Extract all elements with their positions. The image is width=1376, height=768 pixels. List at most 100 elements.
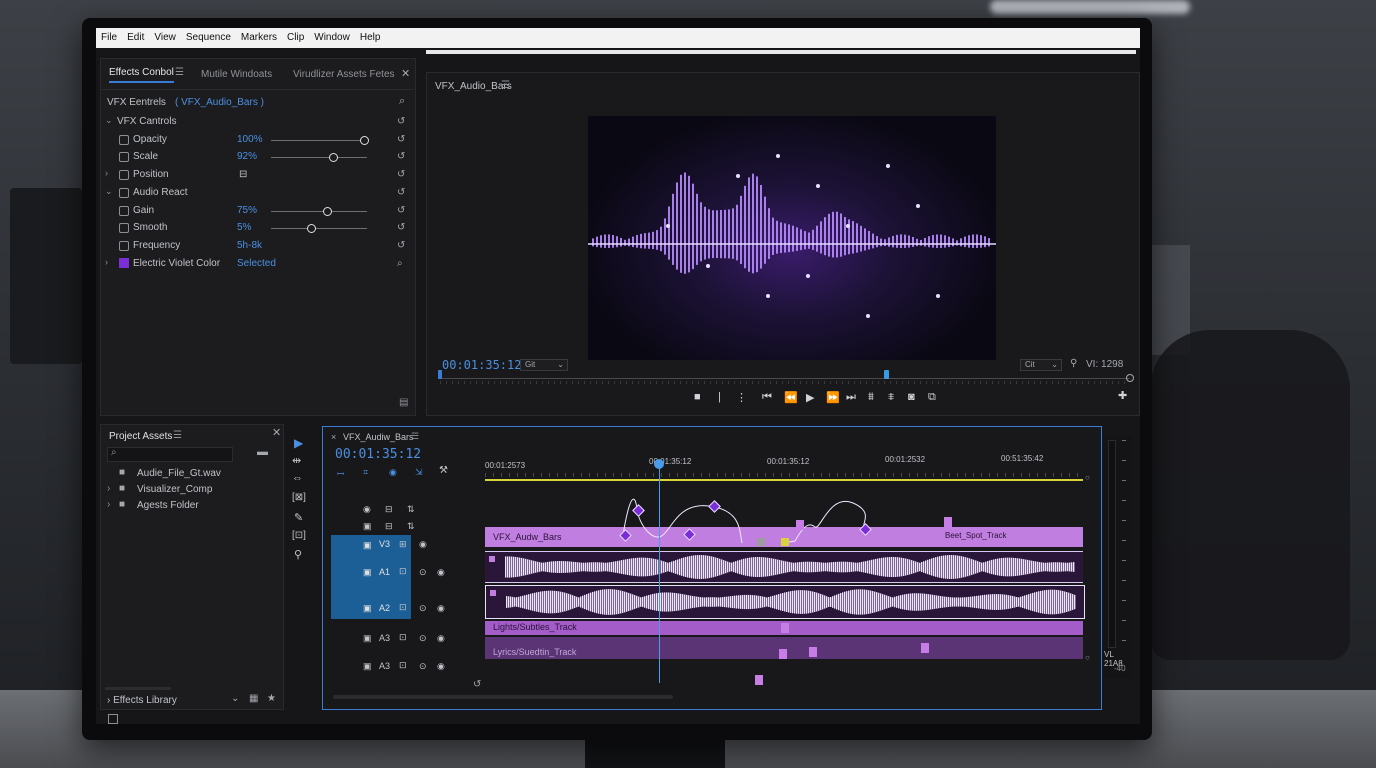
chevron-right-icon[interactable]: ›	[107, 483, 110, 494]
panel-menu-icon[interactable]: ☰	[175, 67, 184, 78]
slider-knob[interactable]	[360, 136, 370, 145]
menu-markers[interactable]: Markers	[236, 28, 282, 43]
reset-icon[interactable]: ↺	[397, 134, 405, 145]
ripple-edit-icon[interactable]: ⇔	[292, 472, 303, 484]
mark-out-icon[interactable]: ⋮	[736, 391, 747, 404]
marker[interactable]	[757, 538, 765, 546]
marker[interactable]	[779, 649, 787, 659]
param-value[interactable]: 5h-8k	[237, 240, 262, 251]
param-value[interactable]: 5%	[237, 222, 251, 233]
track-v3[interactable]: V3	[379, 539, 390, 549]
reset-icon[interactable]: ↺	[397, 116, 405, 127]
param-value[interactable]: 75%	[237, 205, 257, 216]
menu-window[interactable]: Window	[309, 28, 355, 43]
video-preview[interactable]	[588, 116, 996, 360]
zoom-select[interactable]: Git ⌄	[520, 359, 568, 371]
out-point-marker[interactable]	[1126, 374, 1134, 382]
checkbox[interactable]	[119, 223, 129, 233]
search-icon[interactable]: ⌕	[399, 95, 405, 108]
reset-icon[interactable]: ↺	[397, 151, 405, 162]
reset-icon[interactable]: ↺	[397, 169, 405, 180]
param-color[interactable]: › Electric Violet Color Selected ⌕	[101, 256, 413, 273]
camera-icon[interactable]: ◙	[908, 391, 915, 403]
chevron-down-icon[interactable]: ⌄	[105, 186, 113, 197]
close-icon[interactable]: ✕	[272, 426, 281, 439]
reset-icon[interactable]: ↺	[397, 240, 405, 251]
voiceover-icon[interactable]: ◉	[437, 661, 445, 672]
scrollbar[interactable]	[105, 687, 171, 690]
mute-icon[interactable]: ⊡	[399, 566, 407, 577]
sequence-tab[interactable]: VFX_Audiw_Bars	[343, 432, 414, 442]
lock-icon[interactable]: ▣	[363, 603, 372, 614]
step-forward-icon[interactable]: ⏩	[826, 391, 840, 404]
new-bin-icon[interactable]: ▦	[249, 693, 258, 704]
lock-icon[interactable]: ▣	[363, 633, 372, 644]
checkbox[interactable]	[119, 152, 129, 162]
tab-effects-control[interactable]: Effects Conbol	[109, 67, 174, 83]
menu-clip[interactable]: Clip	[282, 28, 309, 43]
close-icon[interactable]: ✕	[401, 67, 410, 80]
lock-icon[interactable]: ▣	[363, 661, 372, 672]
track-a3[interactable]: A3	[379, 633, 390, 643]
checkbox[interactable]	[108, 714, 118, 724]
color-swatch[interactable]	[119, 258, 129, 268]
checkbox[interactable]	[119, 241, 129, 251]
lock-icon[interactable]: ▣	[363, 567, 372, 578]
menu-file[interactable]: File	[96, 28, 122, 43]
track-select-icon[interactable]: ⇹	[292, 454, 301, 467]
mark-in-icon[interactable]: |	[718, 391, 721, 403]
track-a2[interactable]: A2	[379, 603, 390, 613]
reset-icon[interactable]: ↺	[397, 205, 405, 216]
marker[interactable]	[944, 517, 952, 527]
extract-icon[interactable]: ⩨	[888, 391, 894, 404]
add-marker-icon[interactable]: ◉	[389, 467, 397, 478]
star-icon[interactable]: ★	[267, 693, 276, 704]
pen-tool-icon[interactable]: ✎	[294, 511, 303, 524]
selection-tool-icon[interactable]: ▶	[294, 436, 303, 450]
solo-icon[interactable]: ⊙	[419, 633, 427, 644]
film-icon[interactable]: ⊞	[399, 539, 407, 550]
keyframe-curve[interactable]	[485, 483, 1085, 543]
step-back-icon[interactable]: ⏪	[784, 391, 798, 404]
chevron-right-icon[interactable]: ›	[105, 168, 108, 178]
clip-name[interactable]: ( VFX_Audio_Bars )	[175, 97, 264, 108]
track-a1[interactable]: A1	[379, 567, 390, 577]
play-icon[interactable]: ▶	[806, 391, 814, 404]
linked-selection-icon[interactable]: ⌗	[363, 467, 368, 478]
checkbox[interactable]	[119, 188, 129, 198]
trash-icon[interactable]: ▤	[399, 397, 408, 408]
param-smooth[interactable]: Smooth 5% ↺	[101, 220, 413, 237]
param-value[interactable]: Selected	[237, 258, 276, 269]
panel-menu-icon[interactable]: ☰	[501, 80, 510, 91]
param-value[interactable]: 92%	[237, 151, 257, 162]
reset-icon[interactable]: ↺	[397, 187, 405, 198]
voiceover-icon[interactable]: ◉	[437, 603, 445, 614]
sync-lock-icon[interactable]: ⊟	[385, 521, 393, 532]
track-a3-second[interactable]: A3	[379, 661, 390, 671]
solo-icon[interactable]: ⊙	[419, 603, 427, 614]
position-widget-icon[interactable]: ⊟	[239, 169, 247, 180]
param-scale[interactable]: Scale 92% ↺	[101, 149, 413, 166]
solo-icon[interactable]: ⊙	[419, 661, 427, 672]
gain-slider[interactable]	[271, 207, 367, 216]
lift-icon[interactable]: ⩩	[868, 391, 874, 404]
playhead-handle[interactable]	[654, 459, 664, 469]
stop-icon[interactable]: ■	[694, 391, 701, 403]
go-to-start-icon[interactable]: ⏮	[762, 391, 772, 404]
playhead-line[interactable]	[659, 463, 660, 683]
menu-edit[interactable]: Edit	[122, 28, 149, 43]
wrench-icon[interactable]: ⚒	[439, 465, 448, 476]
work-area-bar[interactable]	[485, 479, 1083, 481]
checkbox[interactable]	[119, 135, 129, 145]
wrench-icon[interactable]: ⚲	[1070, 358, 1077, 369]
marker[interactable]	[809, 647, 817, 657]
mute-icon[interactable]: ⊡	[399, 602, 407, 613]
program-timecode[interactable]: 00:01:35:12	[442, 358, 521, 372]
close-sequence-icon[interactable]: ×	[331, 432, 336, 442]
solo-icon[interactable]: ⊙	[419, 567, 427, 578]
menu-sequence[interactable]: Sequence	[181, 28, 236, 43]
audio-clip-a1[interactable]	[485, 551, 1083, 583]
add-button-icon[interactable]: ✚	[1118, 389, 1127, 402]
audio-clip-a2[interactable]	[485, 585, 1085, 619]
refresh-icon[interactable]: ↺	[473, 679, 481, 690]
